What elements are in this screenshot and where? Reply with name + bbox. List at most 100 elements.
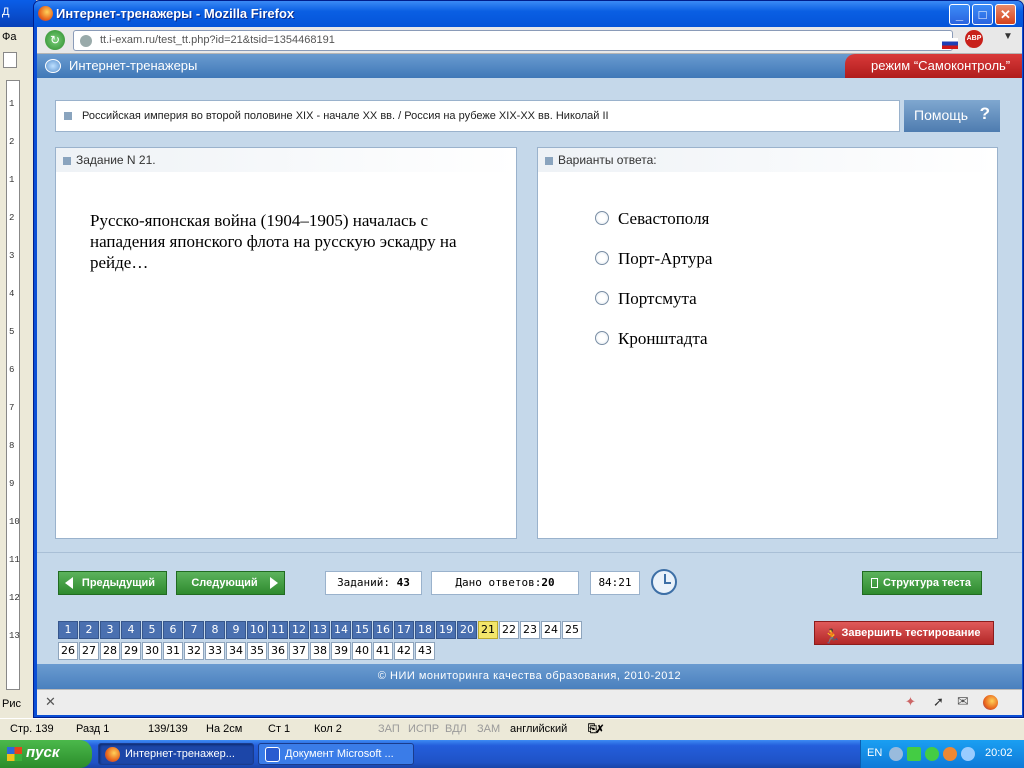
answer-option[interactable]: Севастополя [595,209,710,229]
question-number-button[interactable]: 18 [415,621,435,639]
question-number-button[interactable]: 9 [226,621,246,639]
status-overwrite[interactable]: ЗАМ [477,723,500,735]
status-language[interactable]: английский [510,723,567,735]
word-menu-fragment[interactable]: Фа [2,31,16,43]
close-button[interactable]: ✕ [995,4,1016,25]
status-track[interactable]: ИСПР [408,723,439,735]
ruler-number: 1 [9,99,15,109]
status-extend[interactable]: ВДЛ [445,723,467,735]
question-number-button[interactable]: 13 [310,621,330,639]
cursor-icon[interactable]: ➚ [933,694,944,710]
status-column: Кол 2 [314,723,342,735]
download-icon[interactable] [907,747,921,761]
question-number-button[interactable]: 19 [436,621,456,639]
question-number-button[interactable]: 24 [541,621,561,639]
question-number-button[interactable]: 25 [562,621,582,639]
question-number-button[interactable]: 8 [205,621,225,639]
question-number-button[interactable]: 7 [184,621,204,639]
question-number-button[interactable]: 2 [79,621,99,639]
question-number-button[interactable]: 41 [373,642,393,660]
question-number-button[interactable]: 4 [121,621,141,639]
network-icon[interactable] [961,747,975,761]
question-number-button[interactable]: 10 [247,621,267,639]
next-label: Следующий [191,577,258,589]
question-number-button[interactable]: 5 [142,621,162,639]
word-title-fragment[interactable]: Д [0,0,36,27]
word-new-doc-icon[interactable] [3,52,17,68]
question-number-button[interactable]: 16 [373,621,393,639]
radio-button[interactable] [595,331,609,345]
question-number-button[interactable]: 33 [205,642,225,660]
question-number-button[interactable]: 27 [79,642,99,660]
question-number-button[interactable]: 31 [163,642,183,660]
start-button[interactable]: пуск [0,740,92,768]
question-number-button[interactable]: 1 [58,621,78,639]
question-number-button[interactable]: 21 [478,621,498,639]
answer-option[interactable]: Порт-Артура [595,249,712,269]
answer-option[interactable]: Кронштадта [595,329,708,349]
language-indicator[interactable]: EN [867,747,882,759]
question-number-button[interactable]: 11 [268,621,288,639]
minimize-button[interactable]: _ [949,4,970,25]
question-number-button[interactable]: 14 [331,621,351,639]
bullet-square-icon [64,112,72,120]
question-number-button[interactable]: 3 [100,621,120,639]
maximize-button[interactable]: □ [972,4,993,25]
question-number-button[interactable]: 22 [499,621,519,639]
back-icon[interactable] [889,747,903,761]
answer-option[interactable]: Портсмута [595,289,697,309]
answers-panel: Варианты ответа: Севастополя Порт-Артура… [537,147,998,539]
help-button[interactable]: Помощь ? [904,100,1000,132]
question-number-button[interactable]: 39 [331,642,351,660]
question-number-button[interactable]: 17 [394,621,414,639]
finish-test-button[interactable]: 🏃 Завершить тестирование [814,621,994,645]
question-number-button[interactable]: 35 [247,642,267,660]
check-icon[interactable] [925,747,939,761]
timer-value: 84:21 [598,576,632,589]
question-number-button[interactable]: 6 [163,621,183,639]
url-text: tt.i-exam.ru/test_tt.php?id=21&tsid=1354… [100,34,335,46]
question-number-button[interactable]: 42 [394,642,414,660]
question-number-button[interactable]: 38 [310,642,330,660]
question-number-button[interactable]: 20 [457,621,477,639]
question-number-button[interactable]: 12 [289,621,309,639]
radio-button[interactable] [595,251,609,265]
go-icon[interactable]: ↻ [45,30,65,50]
question-number-button[interactable]: 36 [268,642,288,660]
question-number-button[interactable]: 26 [58,642,78,660]
chevron-down-icon[interactable]: ▼ [1003,31,1013,42]
ruler-number: 3 [9,251,15,261]
notification-icon[interactable] [943,747,957,761]
question-number-button[interactable]: 34 [226,642,246,660]
fish-icon[interactable]: ✦ [905,694,916,710]
question-number-button[interactable]: 37 [289,642,309,660]
adblock-icon[interactable]: ABP [965,30,983,48]
previous-button[interactable]: Предыдущий [58,571,167,595]
answer-option-label: Севастополя [618,209,710,228]
firefox-logo-icon[interactable] [983,695,998,710]
taskbar-item-word[interactable]: Документ Microsoft ... [258,743,414,765]
taskbar-item-firefox[interactable]: Интернет-тренажер... [98,743,254,765]
url-bar[interactable]: tt.i-exam.ru/test_tt.php?id=21&tsid=1354… [73,30,980,52]
radio-button[interactable] [595,291,609,305]
status-line: Ст 1 [268,723,291,735]
next-button[interactable]: Следующий [176,571,285,595]
site-identity-icon[interactable] [80,35,92,47]
mail-icon[interactable]: ✉ [957,693,969,710]
spelling-icon[interactable]: ⎘✗ [588,723,603,736]
question-number-button[interactable]: 32 [184,642,204,660]
word-title-text: Д [2,6,10,18]
question-number-button[interactable]: 28 [100,642,120,660]
status-rec[interactable]: ЗАП [378,723,400,735]
ruler-number: 13 [9,631,20,641]
test-structure-button[interactable]: Структура теста [862,571,982,595]
question-number-button[interactable]: 15 [352,621,372,639]
question-number-button[interactable]: 23 [520,621,540,639]
question-number-button[interactable]: 29 [121,642,141,660]
question-number-button[interactable]: 40 [352,642,372,660]
question-number-button[interactable]: 43 [415,642,435,660]
close-icon[interactable]: ✕ [45,694,56,710]
question-number-button[interactable]: 30 [142,642,162,660]
radio-button[interactable] [595,211,609,225]
bullet-square-icon [63,157,71,165]
